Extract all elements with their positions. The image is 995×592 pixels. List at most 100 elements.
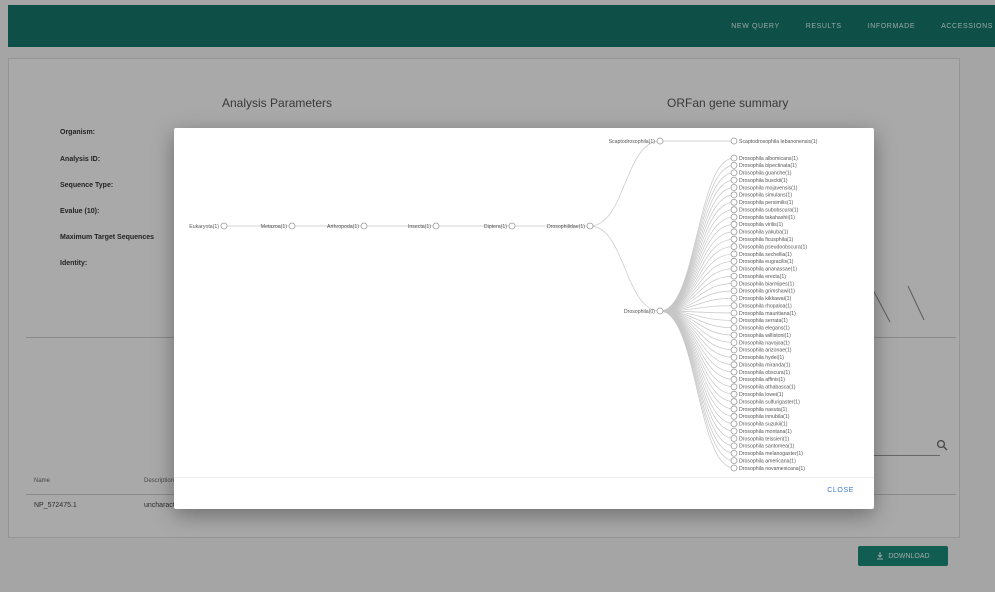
tree-link bbox=[659, 310, 735, 447]
species-12-label: Drosophila pseudoobscura(1) bbox=[739, 244, 807, 250]
tree-link bbox=[589, 140, 661, 227]
tree-link bbox=[659, 253, 735, 312]
species-23-node[interactable] bbox=[730, 324, 738, 332]
species-5-label: Drosophila simulans(1) bbox=[739, 193, 792, 199]
species-9-label: Drosophila virilis(1) bbox=[739, 222, 783, 228]
close-button[interactable]: CLOSE bbox=[821, 486, 860, 495]
species-28-label: Drosophila miranda(1) bbox=[739, 362, 791, 368]
species-11-node[interactable] bbox=[730, 235, 738, 243]
species-upper-0-label: Scaptodrosophila lebanonensis(1) bbox=[739, 139, 818, 145]
species-8-node[interactable] bbox=[730, 213, 738, 221]
species-40-node[interactable] bbox=[730, 449, 738, 457]
species-13-label: Drosophila sechellia(1) bbox=[739, 252, 792, 258]
species-3-label: Drosophila busckii(1) bbox=[739, 178, 788, 184]
taxon-3-node[interactable] bbox=[432, 222, 440, 230]
species-42-node[interactable] bbox=[730, 464, 738, 472]
species-7-node[interactable] bbox=[730, 206, 738, 214]
species-27-node[interactable] bbox=[730, 353, 738, 361]
species-14-label: Drosophila eugracilis(1) bbox=[739, 259, 794, 265]
species-34-node[interactable] bbox=[730, 405, 738, 413]
species-4-node[interactable] bbox=[730, 184, 738, 191]
dialog-footer: CLOSE bbox=[174, 477, 874, 509]
species-6-node[interactable] bbox=[730, 198, 738, 206]
taxon-1-node[interactable] bbox=[288, 222, 296, 230]
tree-link bbox=[659, 310, 735, 432]
species-36-node[interactable] bbox=[730, 420, 738, 428]
tree-link bbox=[659, 165, 735, 312]
species-14-node[interactable] bbox=[730, 257, 738, 265]
taxon-5-node[interactable] bbox=[586, 222, 594, 230]
species-26-node[interactable] bbox=[730, 346, 738, 354]
species-30-label: Drosophila affinis(1) bbox=[739, 377, 785, 383]
species-23-label: Drosophila elegans(1) bbox=[739, 326, 790, 332]
species-35-label: Drosophila innubila(1) bbox=[739, 414, 790, 420]
tree-link bbox=[659, 201, 735, 312]
species-35-node[interactable] bbox=[730, 412, 738, 420]
tree-link bbox=[659, 209, 735, 312]
species-41-label: Drosophila americana(1) bbox=[739, 458, 796, 464]
genus-scaptodrosophila-node[interactable] bbox=[656, 137, 664, 145]
species-33-label: Drosophila sulfurigaster(1) bbox=[739, 399, 800, 405]
species-8-label: Drosophila takahashii(1) bbox=[739, 215, 795, 221]
taxon-3-label: Insecta(1) bbox=[408, 224, 431, 230]
tree-link bbox=[659, 310, 735, 425]
species-1-node[interactable] bbox=[730, 161, 738, 169]
taxonomy-tree: Eukaryota(1) Metazoa(1) Arthropoda(1) Insec… bbox=[189, 137, 818, 472]
species-22-node[interactable] bbox=[730, 316, 738, 324]
species-2-node[interactable] bbox=[730, 169, 738, 177]
species-28-node[interactable] bbox=[730, 361, 738, 369]
genus-scaptodrosophila-label: Scaptodrosophila(1) bbox=[609, 139, 656, 145]
species-3-node[interactable] bbox=[730, 176, 738, 184]
species-20-node[interactable] bbox=[730, 302, 738, 310]
species-15-label: Drosophila ananassae(1) bbox=[739, 267, 797, 273]
species-37-label: Drosophila montana(1) bbox=[739, 429, 792, 435]
species-upper-0-node[interactable] bbox=[730, 137, 738, 145]
species-11-label: Drosophila ficusphila(1) bbox=[739, 237, 793, 243]
species-29-node[interactable] bbox=[730, 368, 738, 376]
taxon-5-label: Drosophilidae(1) bbox=[547, 224, 585, 230]
species-38-label: Drosophila teissieri(1) bbox=[739, 436, 789, 442]
species-41-node[interactable] bbox=[730, 457, 738, 465]
species-12-node[interactable] bbox=[730, 243, 738, 250]
taxon-0-node[interactable] bbox=[220, 222, 228, 230]
species-17-node[interactable] bbox=[730, 280, 738, 287]
species-39-node[interactable] bbox=[730, 442, 738, 450]
species-15-node[interactable] bbox=[730, 265, 738, 273]
species-33-node[interactable] bbox=[730, 398, 738, 405]
species-5-node[interactable] bbox=[730, 191, 738, 199]
species-21-node[interactable] bbox=[730, 309, 738, 317]
species-20-label: Drosophila rhopaloa(1) bbox=[739, 303, 792, 309]
species-16-label: Drosophila erecta(1) bbox=[739, 274, 786, 280]
species-32-node[interactable] bbox=[730, 390, 738, 398]
taxon-2-node[interactable] bbox=[360, 222, 368, 230]
species-19-node[interactable] bbox=[730, 294, 738, 302]
species-37-node[interactable] bbox=[730, 427, 738, 435]
species-0-label: Drosophila albomicans(1) bbox=[739, 156, 798, 162]
species-42-label: Drosophila novamexicana(1) bbox=[739, 466, 805, 472]
species-32-label: Drosophila lowei(1) bbox=[739, 392, 784, 398]
species-13-node[interactable] bbox=[730, 250, 738, 258]
species-10-node[interactable] bbox=[730, 228, 738, 236]
tree-link bbox=[659, 310, 735, 454]
species-36-label: Drosophila suzukii(1) bbox=[739, 422, 788, 428]
genus-drosophila-node[interactable] bbox=[656, 307, 664, 315]
species-38-node[interactable] bbox=[730, 435, 738, 442]
tree-link bbox=[589, 225, 661, 312]
genus-drosophila-label: Drosophila(0) bbox=[624, 309, 655, 315]
species-18-label: Drosophila grimshawi(1) bbox=[739, 289, 795, 295]
tree-link bbox=[659, 231, 735, 312]
species-6-label: Drosophila persimilis(1) bbox=[739, 200, 793, 206]
species-30-node[interactable] bbox=[730, 376, 738, 383]
species-18-node[interactable] bbox=[730, 287, 738, 295]
species-0-node[interactable] bbox=[730, 154, 738, 162]
species-25-node[interactable] bbox=[730, 339, 738, 346]
taxon-4-node[interactable] bbox=[508, 222, 516, 230]
species-2-label: Drosophila guanche(1) bbox=[739, 171, 792, 177]
species-24-node[interactable] bbox=[730, 331, 738, 339]
species-31-node[interactable] bbox=[730, 383, 738, 391]
taxon-4-label: Diptera(1) bbox=[484, 224, 507, 230]
species-9-node[interactable] bbox=[730, 221, 738, 228]
tree-link bbox=[659, 310, 735, 410]
tree-link bbox=[659, 310, 735, 380]
species-16-node[interactable] bbox=[730, 272, 738, 280]
